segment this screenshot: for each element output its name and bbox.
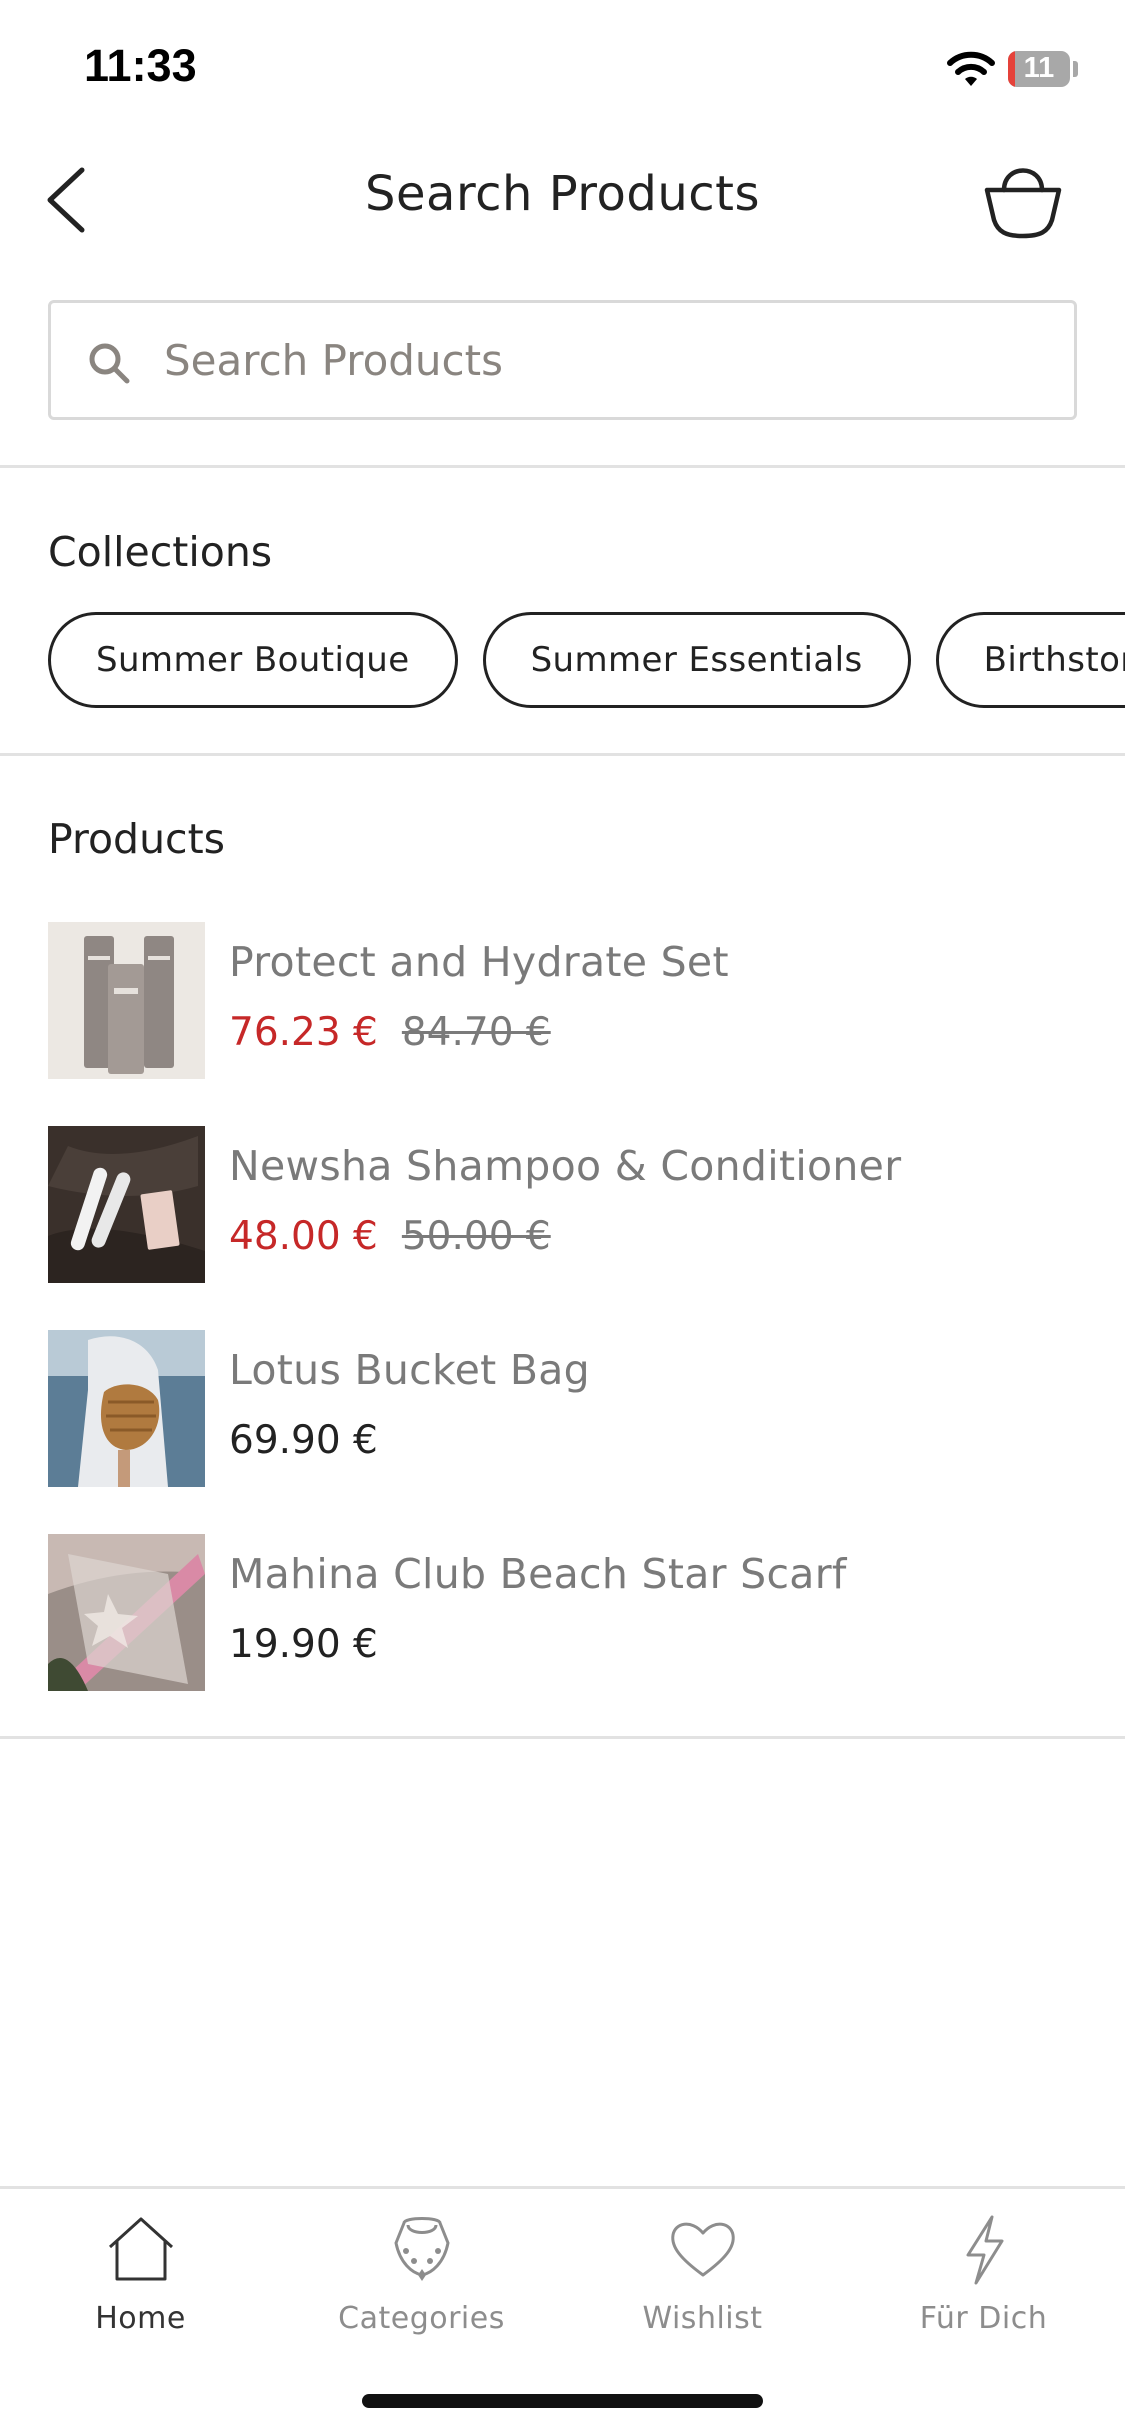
search-input[interactable] [164,303,1044,417]
collection-chip[interactable]: Summer Essentials [482,612,911,708]
product-price: 69.90 € [229,1418,378,1463]
collection-chip[interactable]: Birthstones [935,612,1125,708]
battery-level: 11 [1023,52,1055,84]
tab-label: Für Dich [919,2301,1048,2336]
product-name: Mahina Club Beach Star Scarf [229,1550,847,1598]
page-title: Search Products [365,166,760,222]
chevron-left-icon [47,167,85,233]
search-products-screen: 11:33 11 Search Products Collections Sum… [0,0,1125,2436]
product-old-price: 84.70 € [401,1010,551,1055]
search-bar[interactable] [48,300,1077,420]
home-indicator[interactable] [362,2394,763,2408]
product-old-price: 50.00 € [401,1214,551,1259]
product-price-line: 69.90 € [229,1418,378,1463]
tab-wishlist[interactable]: Wishlist [562,2189,843,2349]
tab-fuer-dich[interactable]: Für Dich [843,2189,1124,2349]
wifi-icon [947,51,995,86]
cart-button[interactable] [982,156,1064,240]
battery-icon: 11 [1008,51,1070,87]
product-name: Protect and Hydrate Set [229,938,729,986]
tab-label: Categories [338,2301,505,2336]
product-row[interactable]: Mahina Club Beach Star Scarf 19.90 € [0,1534,1125,1692]
product-row[interactable]: Newsha Shampoo & Conditioner 48.00 € 50.0… [0,1126,1125,1284]
status-time: 11:33 [84,40,197,91]
product-price-line: 76.23 € 84.70 € [229,1010,551,1055]
tab-home[interactable]: Home [0,2189,281,2349]
battery-cap [1073,61,1078,77]
tab-label: Home [95,2301,186,2336]
product-sale-price: 76.23 € [229,1010,378,1055]
home-icon [108,2217,174,2281]
back-button[interactable] [40,160,100,240]
necklace-icon [394,2217,450,2281]
products-title: Products [48,815,226,863]
product-thumbnail [48,1126,205,1283]
product-thumbnail [48,1330,205,1487]
divider [0,1736,1125,1739]
tab-label: Wishlist [642,2301,763,2336]
divider [0,753,1125,756]
product-price: 19.90 € [229,1622,378,1667]
product-thumbnail [48,922,205,1079]
product-sale-price: 48.00 € [229,1214,378,1259]
collections-title: Collections [48,528,273,576]
basket-icon [984,168,1062,239]
divider [0,465,1125,468]
product-thumbnail [48,1534,205,1691]
product-row[interactable]: Lotus Bucket Bag 69.90 € [0,1330,1125,1488]
search-icon [89,343,130,384]
product-price-line: 48.00 € 50.00 € [229,1214,551,1259]
product-row[interactable]: Protect and Hydrate Set 76.23 € 84.70 € [0,922,1125,1080]
collection-chip[interactable]: Summer Boutique [48,612,458,708]
product-price-line: 19.90 € [229,1622,378,1667]
product-name: Newsha Shampoo & Conditioner [229,1142,902,1190]
heart-icon [671,2222,735,2277]
tab-categories[interactable]: Categories [281,2189,562,2349]
collection-chips: Summer Boutique Summer Essentials Birthsto… [48,612,1125,708]
product-name: Lotus Bucket Bag [229,1346,591,1394]
lightning-icon [966,2215,1004,2285]
